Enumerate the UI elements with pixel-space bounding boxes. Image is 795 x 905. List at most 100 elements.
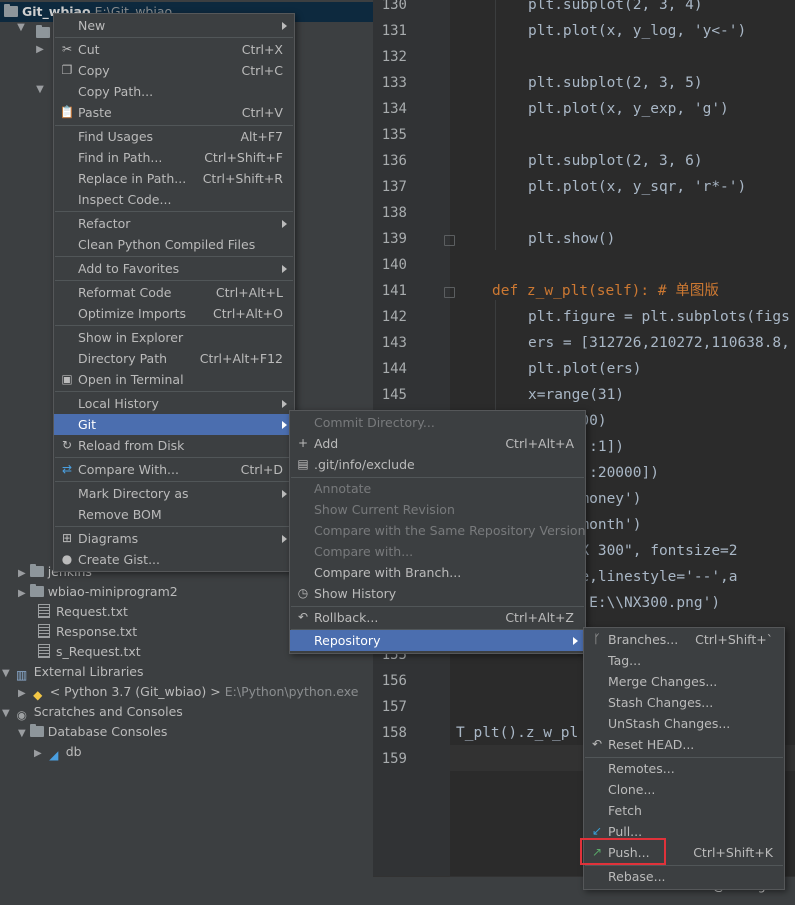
menu-item-compare-with[interactable]: Compare with...: [290, 541, 585, 562]
menu-item-clone[interactable]: Clone...: [584, 779, 784, 800]
menu-item-paste[interactable]: 📋 Paste Ctrl+V: [54, 102, 294, 123]
menu-item-remotes[interactable]: Remotes...: [584, 758, 784, 779]
menu-item-find-usages[interactable]: Find Usages Alt+F7: [54, 126, 294, 147]
menu-item-replace-in-path[interactable]: Replace in Path... Ctrl+Shift+R: [54, 168, 294, 189]
menu-item-show-in-explorer[interactable]: Show in Explorer: [54, 327, 294, 348]
menu-item-label: Open in Terminal: [78, 372, 184, 387]
line-number: 156: [381, 673, 407, 689]
menu-item-cut[interactable]: ✂ Cut Ctrl+X: [54, 39, 294, 60]
submenu-arrow-icon: [282, 400, 287, 408]
menu-item-find-in-path[interactable]: Find in Path... Ctrl+Shift+F: [54, 147, 294, 168]
menu-item-show-history[interactable]: ◷ Show History: [290, 583, 585, 604]
menu-item-label: Compare with the Same Repository Version: [314, 523, 586, 538]
menu-item-label: Copy Path...: [78, 84, 154, 99]
menu-item-label: Refactor: [78, 216, 131, 231]
reset-icon: ↶: [591, 737, 603, 751]
tree-external-libraries[interactable]: ▼ ▥ External Libraries: [2, 662, 144, 682]
submenu-arrow-icon: [282, 220, 287, 228]
menu-item-directory-path[interactable]: Directory Path Ctrl+Alt+F12: [54, 348, 294, 369]
menu-item-reformat-code[interactable]: Reformat Code Ctrl+Alt+L: [54, 282, 294, 303]
text-file-icon: [38, 604, 50, 618]
folder-icon: [29, 724, 44, 737]
code-line: plt.plot(x, y_sqr, 'r*-'): [528, 179, 747, 195]
menu-item-create-gist[interactable]: ● Create Gist...: [54, 549, 294, 570]
tree-item-s-request[interactable]: s_Request.txt: [38, 642, 141, 662]
menu-item-diagrams[interactable]: ⊞ Diagrams: [54, 528, 294, 549]
menu-item-label: Stash Changes...: [608, 695, 714, 710]
menu-item-git-info-exclude[interactable]: ▤ .git/info/exclude: [290, 454, 585, 475]
menu-item-label: Add: [314, 436, 339, 451]
tree-db[interactable]: ▶ ◢ db: [34, 742, 82, 762]
plus-icon: +: [297, 436, 309, 450]
menu-item-local-history[interactable]: Local History: [54, 393, 294, 414]
menu-item-unstash-changes[interactable]: UnStash Changes...: [584, 713, 784, 734]
menu-item-label: Optimize Imports: [78, 306, 187, 321]
pull-icon: ↙: [591, 824, 603, 838]
menu-separator: [55, 280, 293, 281]
menu-item-add-to-favorites[interactable]: Add to Favorites: [54, 258, 294, 279]
tree-item-request[interactable]: Request.txt: [38, 602, 128, 622]
tree-item-wbiao-miniprogram2[interactable]: ▶ wbiao-miniprogram2: [18, 582, 178, 602]
menu-item-show-current-revision[interactable]: Show Current Revision: [290, 499, 585, 520]
menu-item-rebase[interactable]: Rebase...: [584, 866, 784, 887]
menu-item-new[interactable]: New: [54, 15, 294, 36]
line-number: 132: [381, 49, 407, 65]
menu-item-reset-head[interactable]: ↶ Reset HEAD...: [584, 734, 784, 755]
line-number: 143: [381, 335, 407, 351]
menu-item-inspect-code[interactable]: Inspect Code...: [54, 189, 294, 210]
menu-item-merge-changes[interactable]: Merge Changes...: [584, 671, 784, 692]
menu-item-tag[interactable]: Tag...: [584, 650, 784, 671]
submenu-arrow-icon: [282, 490, 287, 498]
database-icon: ◢: [49, 748, 59, 762]
menu-item-rollback[interactable]: ↶ Rollback... Ctrl+Alt+Z: [290, 607, 585, 628]
menu-item-open-in-terminal[interactable]: ▣ Open in Terminal: [54, 369, 294, 390]
indent-guide: [495, 300, 496, 410]
menu-item-repository[interactable]: Repository: [290, 630, 585, 651]
indent-guide: [495, 0, 496, 250]
menu-item-mark-directory-as[interactable]: Mark Directory as: [54, 483, 294, 504]
expand-arrow-icon[interactable]: ▼: [16, 22, 26, 33]
code-line: plt.subplot(2, 3, 6): [528, 153, 703, 169]
menu-item-copy-path[interactable]: Copy Path...: [54, 81, 294, 102]
menu-item-compare-with[interactable]: ⇄ Compare With... Ctrl+D: [54, 459, 294, 480]
expand-arrow-icon[interactable]: ▼: [35, 84, 45, 95]
python-icon: ◆: [33, 688, 43, 702]
menu-item-commit-directory[interactable]: Commit Directory...: [290, 412, 585, 433]
menu-item-label: Remotes...: [608, 761, 675, 776]
collapse-arrow-icon[interactable]: ▶: [35, 44, 45, 55]
menu-item-clean-python-compiled-files[interactable]: Clean Python Compiled Files: [54, 234, 294, 255]
tree-item-label: s_Request.txt: [56, 644, 141, 659]
menu-item-stash-changes[interactable]: Stash Changes...: [584, 692, 784, 713]
scratches-icon: ◉: [16, 708, 27, 722]
menu-item-compare-with-branch[interactable]: Compare with Branch...: [290, 562, 585, 583]
menu-item-label: Add to Favorites: [78, 261, 180, 276]
menu-item-label: Find in Path...: [78, 150, 163, 165]
fold-marker-icon[interactable]: [444, 235, 455, 246]
tree-item-response[interactable]: Response.txt: [38, 622, 137, 642]
branch-icon: ᚴ: [593, 632, 601, 646]
tree-python-sdk[interactable]: ▶ ◆ < Python 3.7 (Git_wbiao) > E:\Python\p…: [18, 682, 358, 702]
text-file-icon: [38, 624, 50, 638]
menu-item-branches[interactable]: ᚴ Branches... Ctrl+Shift+`: [584, 629, 784, 650]
menu-item-remove-bom[interactable]: Remove BOM: [54, 504, 294, 525]
menu-item-label: Replace in Path...: [78, 171, 187, 186]
line-number: 136: [381, 153, 407, 169]
menu-item-git[interactable]: Git: [54, 414, 294, 435]
line-number: 144: [381, 361, 407, 377]
menu-item-compare-with-the-same-repository-version[interactable]: Compare with the Same Repository Version: [290, 520, 586, 541]
fold-marker-icon[interactable]: [444, 287, 455, 298]
menu-item-annotate[interactable]: Annotate: [290, 478, 585, 499]
menu-item-optimize-imports[interactable]: Optimize Imports Ctrl+Alt+O: [54, 303, 294, 324]
line-number: 142: [381, 309, 407, 325]
line-number: 130: [381, 0, 407, 13]
menu-item-copy[interactable]: ❐ Copy Ctrl+C: [54, 60, 294, 81]
folder-icon: [36, 25, 50, 38]
menu-item-refactor[interactable]: Refactor: [54, 213, 294, 234]
menu-item-add[interactable]: + Add Ctrl+Alt+A: [290, 433, 585, 454]
menu-item-reload-from-disk[interactable]: ↻ Reload from Disk: [54, 435, 294, 456]
tree-scratches[interactable]: ▼ ◉ Scratches and Consoles: [2, 702, 183, 722]
menu-item-shortcut: Ctrl+Alt+Z: [505, 610, 574, 625]
tree-db-consoles[interactable]: ▼ Database Consoles: [18, 722, 167, 742]
compare-icon: ⇄: [61, 462, 73, 476]
menu-item-fetch[interactable]: Fetch: [584, 800, 784, 821]
